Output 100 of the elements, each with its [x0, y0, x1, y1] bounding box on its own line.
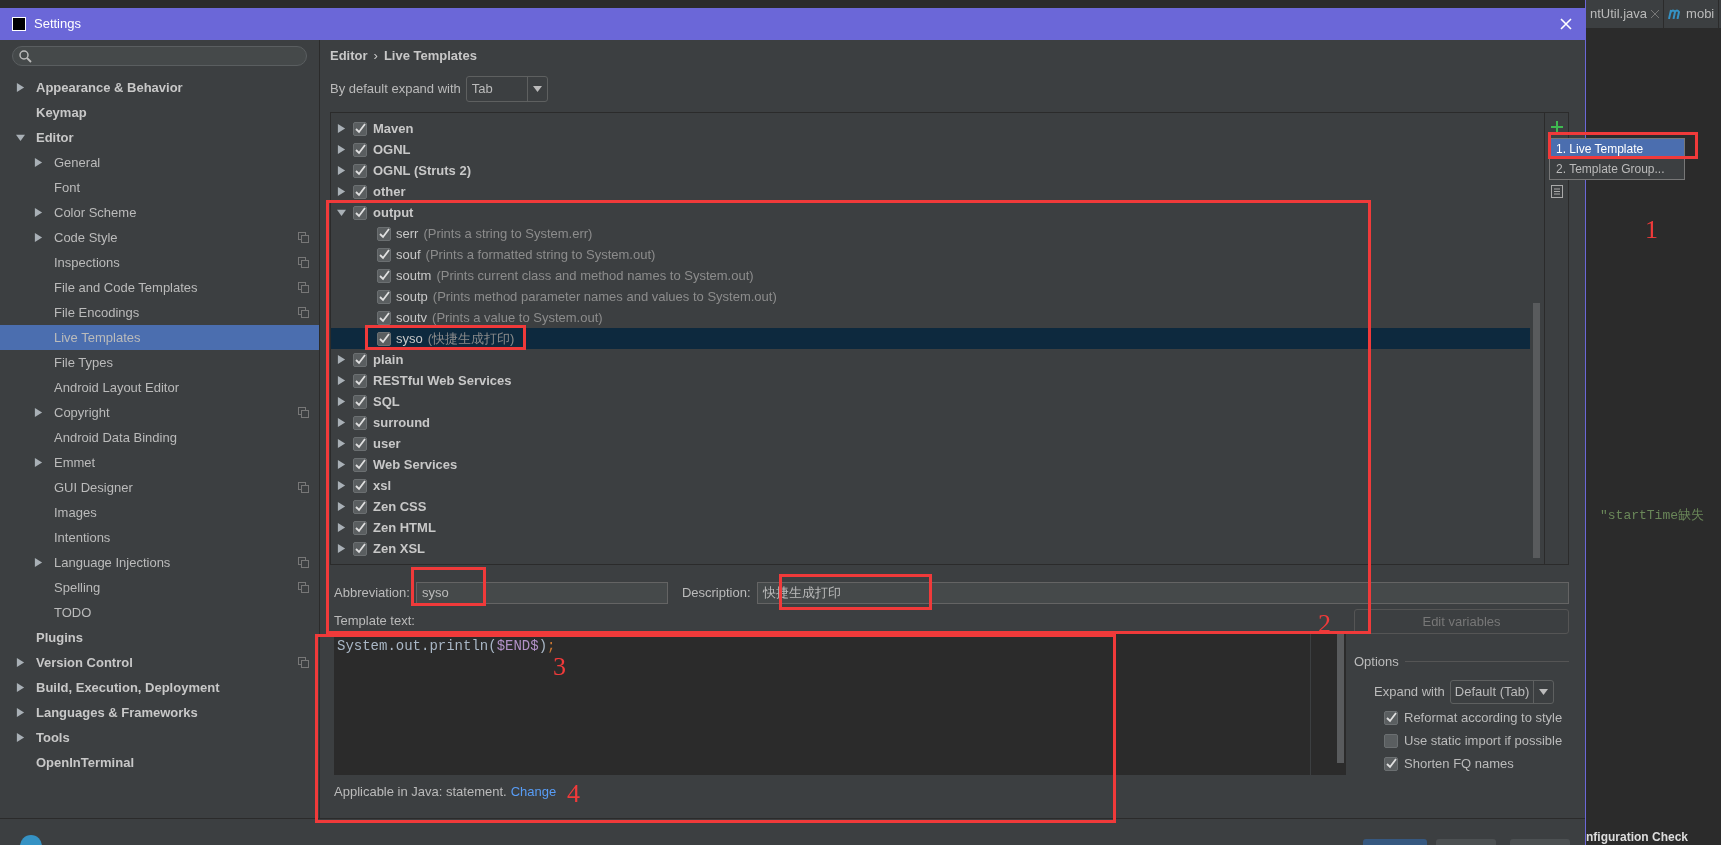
expand-arrow-icon[interactable] [337, 418, 346, 427]
checkbox[interactable] [353, 184, 367, 199]
sidebar-item[interactable]: Build, Execution, Deployment [0, 675, 319, 700]
sidebar-item[interactable]: Copyright [0, 400, 319, 425]
sidebar-item[interactable]: Appearance & Behavior [0, 75, 319, 100]
checkbox[interactable] [1384, 757, 1398, 771]
checkbox[interactable] [377, 247, 391, 262]
scrollbar[interactable] [1337, 633, 1344, 763]
expand-arrow-icon[interactable] [34, 158, 43, 167]
template-group-row[interactable]: Zen CSS [331, 496, 1544, 517]
sidebar-item[interactable]: Spelling [0, 575, 319, 600]
checkbox[interactable] [353, 415, 367, 430]
template-group-row[interactable]: output [331, 202, 1544, 223]
expand-arrow-icon[interactable] [16, 683, 25, 692]
sidebar-item[interactable]: Keymap [0, 100, 319, 125]
template-row[interactable]: syso (快捷生成打印) [331, 328, 1530, 349]
sidebar-item[interactable]: Version Control [0, 650, 319, 675]
sidebar-item[interactable]: Languages & Frameworks [0, 700, 319, 725]
expand-arrow-icon[interactable] [337, 544, 346, 553]
template-group-row[interactable]: plain [331, 349, 1544, 370]
template-group-row[interactable]: OGNL (Struts 2) [331, 160, 1544, 181]
checkbox[interactable] [353, 436, 367, 451]
template-group-row[interactable]: SQL [331, 391, 1544, 412]
document-icon[interactable] [1550, 185, 1563, 198]
checkbox[interactable] [377, 289, 391, 304]
collapse-arrow-icon[interactable] [16, 133, 25, 142]
expand-arrow-icon[interactable] [337, 481, 346, 490]
template-group-row[interactable]: user [331, 433, 1544, 454]
sidebar-item[interactable]: Code Style [0, 225, 319, 250]
expand-arrow-icon[interactable] [34, 558, 43, 567]
sidebar-item[interactable]: File Encodings [0, 300, 319, 325]
checkbox[interactable] [377, 226, 391, 241]
sidebar-item[interactable]: Language Injections [0, 550, 319, 575]
menu-item[interactable]: 2. Template Group... [1550, 159, 1684, 179]
sidebar-item[interactable]: Inspections [0, 250, 319, 275]
checkbox[interactable] [377, 310, 391, 325]
expand-arrow-icon[interactable] [34, 408, 43, 417]
expand-arrow-icon[interactable] [34, 208, 43, 217]
expand-arrow-icon[interactable] [337, 523, 346, 532]
expand-arrow-icon[interactable] [337, 460, 346, 469]
expand-arrow-icon[interactable] [337, 124, 346, 133]
template-row[interactable]: soutv (Prints a value to System.out) [331, 307, 1530, 328]
expand-arrow-icon[interactable] [34, 233, 43, 242]
checkbox[interactable] [353, 457, 367, 472]
checkbox[interactable] [353, 520, 367, 535]
add-icon[interactable] [1550, 121, 1563, 133]
checkbox[interactable] [353, 373, 367, 388]
checkbox[interactable] [1384, 734, 1398, 748]
template-row[interactable]: serr (Prints a string to System.err) [331, 223, 1530, 244]
search-field[interactable] [12, 46, 307, 66]
template-row[interactable]: soutm (Prints current class and method names to System.out) [331, 265, 1530, 286]
sidebar-item[interactable]: File Types [0, 350, 319, 375]
template-group-row[interactable]: Zen XSL [331, 538, 1544, 559]
template-group-row[interactable]: Zen HTML [331, 517, 1544, 538]
checkbox[interactable] [353, 205, 367, 220]
expand-arrow-icon[interactable] [34, 458, 43, 467]
change-link[interactable]: Change [510, 782, 557, 802]
expand-arrow-icon[interactable] [337, 355, 346, 364]
checkbox[interactable] [353, 541, 367, 556]
sidebar-item[interactable]: GUI Designer [0, 475, 319, 500]
expand-arrow-icon[interactable] [337, 502, 346, 511]
template-group-row[interactable]: RESTful Web Services [331, 370, 1544, 391]
sidebar-item[interactable]: Emmet [0, 450, 319, 475]
editor-tab[interactable]: mobi [1664, 0, 1720, 28]
expand-arrow-icon[interactable] [337, 376, 346, 385]
template-group-row[interactable]: surround [331, 412, 1544, 433]
editor-tab[interactable]: ntUtil.java [1586, 0, 1665, 28]
scrollbar[interactable] [1533, 303, 1540, 558]
checkbox[interactable] [1384, 711, 1398, 725]
checkbox[interactable] [353, 499, 367, 514]
template-row[interactable]: souf (Prints a formatted string to System.out) [331, 244, 1530, 265]
expand-dropdown[interactable]: Tab [465, 76, 548, 102]
expand-arrow-icon[interactable] [16, 658, 25, 667]
checkbox[interactable] [353, 163, 367, 178]
expand-arrow-icon[interactable] [16, 733, 25, 742]
sidebar-item[interactable]: TODO [0, 600, 319, 625]
sidebar-item[interactable]: Images [0, 500, 319, 525]
sidebar-item[interactable]: Editor [0, 125, 319, 150]
breadcrumb-item[interactable]: Editor [330, 46, 368, 66]
checkbox[interactable] [377, 268, 391, 283]
checkbox[interactable] [377, 331, 391, 346]
abbreviation-field[interactable]: syso [415, 582, 668, 604]
sidebar-item[interactable]: Tools [0, 725, 319, 750]
sidebar-item[interactable]: OpenInTerminal [0, 750, 319, 775]
template-group-row[interactable]: xsl [331, 475, 1544, 496]
checkbox[interactable] [353, 394, 367, 409]
collapse-arrow-icon[interactable] [337, 208, 346, 217]
expand-arrow-icon[interactable] [337, 145, 346, 154]
checkbox[interactable] [353, 478, 367, 493]
expand-arrow-icon[interactable] [337, 397, 346, 406]
sidebar-item[interactable]: Android Layout Editor [0, 375, 319, 400]
sidebar-item[interactable]: File and Code Templates [0, 275, 319, 300]
checkbox[interactable] [353, 121, 367, 136]
template-group-row[interactable]: Web Services [331, 454, 1544, 475]
sidebar-item[interactable]: General [0, 150, 319, 175]
expand-arrow-icon[interactable] [16, 83, 25, 92]
sidebar-item[interactable]: Intentions [0, 525, 319, 550]
checkbox[interactable] [353, 352, 367, 367]
checkbox[interactable] [353, 142, 367, 157]
expand-arrow-icon[interactable] [16, 708, 25, 717]
